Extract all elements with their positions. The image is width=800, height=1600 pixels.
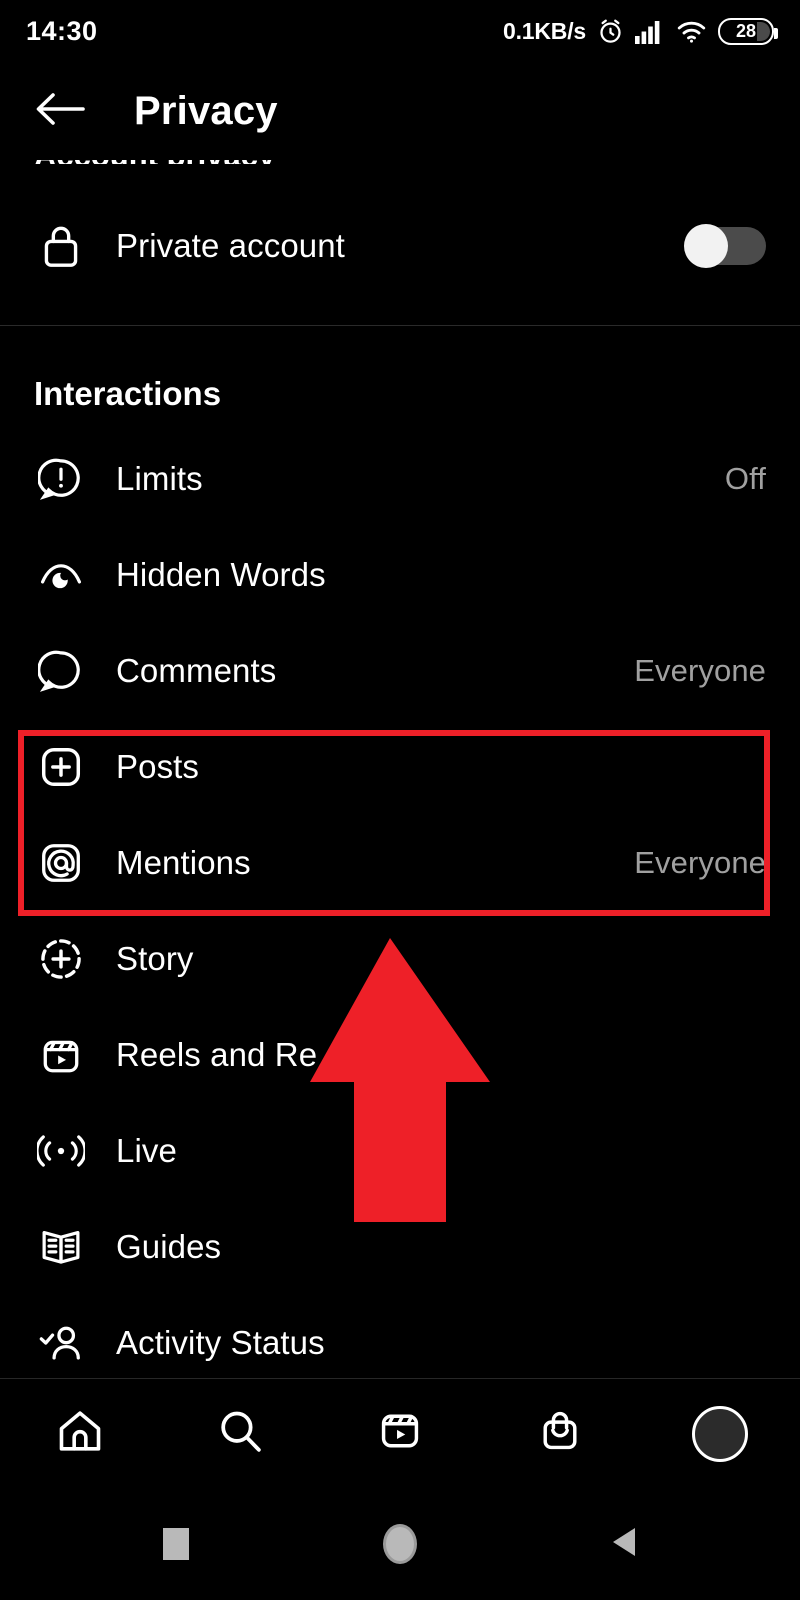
row-label-reels: Reels and Re — [116, 1036, 318, 1073]
system-home-button[interactable] — [364, 1508, 436, 1580]
reels-icon — [377, 1408, 423, 1459]
battery-level-text: 28 — [735, 21, 757, 41]
row-posts[interactable]: Posts — [0, 719, 800, 815]
story-plus-icon — [34, 932, 88, 986]
row-label-private-account: Private account — [116, 227, 345, 264]
nav-reels-button[interactable] — [352, 1386, 448, 1482]
row-label-limits: Limits — [116, 460, 203, 497]
page-title: Privacy — [134, 88, 278, 133]
system-recents-button[interactable] — [140, 1508, 212, 1580]
row-label-hidden-words: Hidden Words — [116, 556, 326, 593]
nav-profile-button[interactable] — [672, 1386, 768, 1482]
back-button[interactable] — [28, 79, 92, 143]
guides-book-icon — [34, 1220, 88, 1274]
row-activity-status[interactable]: Activity Status — [0, 1295, 800, 1378]
row-reels[interactable]: Reels and Re — [0, 1007, 800, 1103]
row-guides[interactable]: Guides — [0, 1199, 800, 1295]
nav-search-button[interactable] — [192, 1386, 288, 1482]
row-label-story: Story — [116, 940, 194, 977]
toggle-knob — [684, 224, 728, 268]
row-label-guides: Guides — [116, 1228, 222, 1265]
row-live[interactable]: Live — [0, 1103, 800, 1199]
reels-icon — [34, 1028, 88, 1082]
recents-square-icon — [163, 1528, 189, 1560]
row-mentions[interactable]: Mentions Everyone — [0, 815, 800, 911]
mentions-at-icon — [34, 836, 88, 890]
row-label-activity-status: Activity Status — [116, 1324, 325, 1361]
live-broadcast-icon — [34, 1124, 88, 1178]
network-speed-text: 0.1KB/s — [503, 17, 586, 44]
interactions-section-title: Interactions — [34, 375, 222, 412]
profile-avatar-icon — [692, 1405, 748, 1462]
row-value-comments: Everyone — [634, 653, 766, 688]
wifi-icon — [676, 19, 707, 44]
system-back-button[interactable] — [588, 1508, 660, 1580]
row-comments[interactable]: Comments Everyone — [0, 623, 800, 719]
search-icon — [216, 1407, 264, 1460]
row-label-mentions: Mentions — [116, 844, 251, 881]
row-label-comments: Comments — [116, 652, 277, 689]
limits-icon — [34, 452, 88, 506]
row-limits[interactable]: Limits Off — [0, 431, 800, 527]
lock-icon — [34, 219, 88, 273]
settings-list: Account privacy Private account Interact… — [0, 160, 800, 1378]
cellular-signal-icon — [635, 19, 665, 44]
account-privacy-section-title: Account privacy — [34, 160, 275, 164]
row-hidden-words[interactable]: Hidden Words — [0, 527, 800, 623]
phone-screen: 14:30 0.1KB/s 28 Privacy Private account… — [0, 0, 800, 1600]
status-bar-indicators: 0.1KB/s 28 — [503, 17, 778, 45]
nav-shop-button[interactable] — [512, 1386, 608, 1482]
android-system-nav-bar — [0, 1488, 800, 1600]
activity-status-icon — [34, 1316, 88, 1370]
row-value-mentions: Everyone — [634, 845, 766, 880]
battery-indicator: 28 — [718, 17, 778, 45]
nav-home-button[interactable] — [32, 1386, 128, 1482]
comment-icon — [34, 644, 88, 698]
home-icon — [56, 1407, 104, 1460]
alarm-clock-icon — [597, 18, 624, 45]
row-label-posts: Posts — [116, 748, 200, 785]
row-value-limits: Off — [724, 461, 766, 496]
posts-plus-icon — [34, 740, 88, 794]
row-story[interactable]: Story — [0, 911, 800, 1007]
back-triangle-icon — [609, 1525, 639, 1564]
bottom-navigation-bar — [0, 1378, 800, 1488]
shop-bag-icon — [537, 1408, 583, 1459]
status-bar: 14:30 0.1KB/s 28 — [0, 0, 800, 62]
row-private-account[interactable]: Private account — [0, 198, 800, 294]
hidden-words-icon — [34, 548, 88, 602]
private-account-toggle[interactable] — [684, 224, 766, 268]
row-label-live: Live — [116, 1132, 177, 1169]
app-header: Privacy — [0, 62, 800, 160]
status-bar-time: 14:30 — [26, 15, 98, 46]
home-circle-icon — [383, 1524, 417, 1564]
back-arrow-icon — [33, 89, 87, 134]
